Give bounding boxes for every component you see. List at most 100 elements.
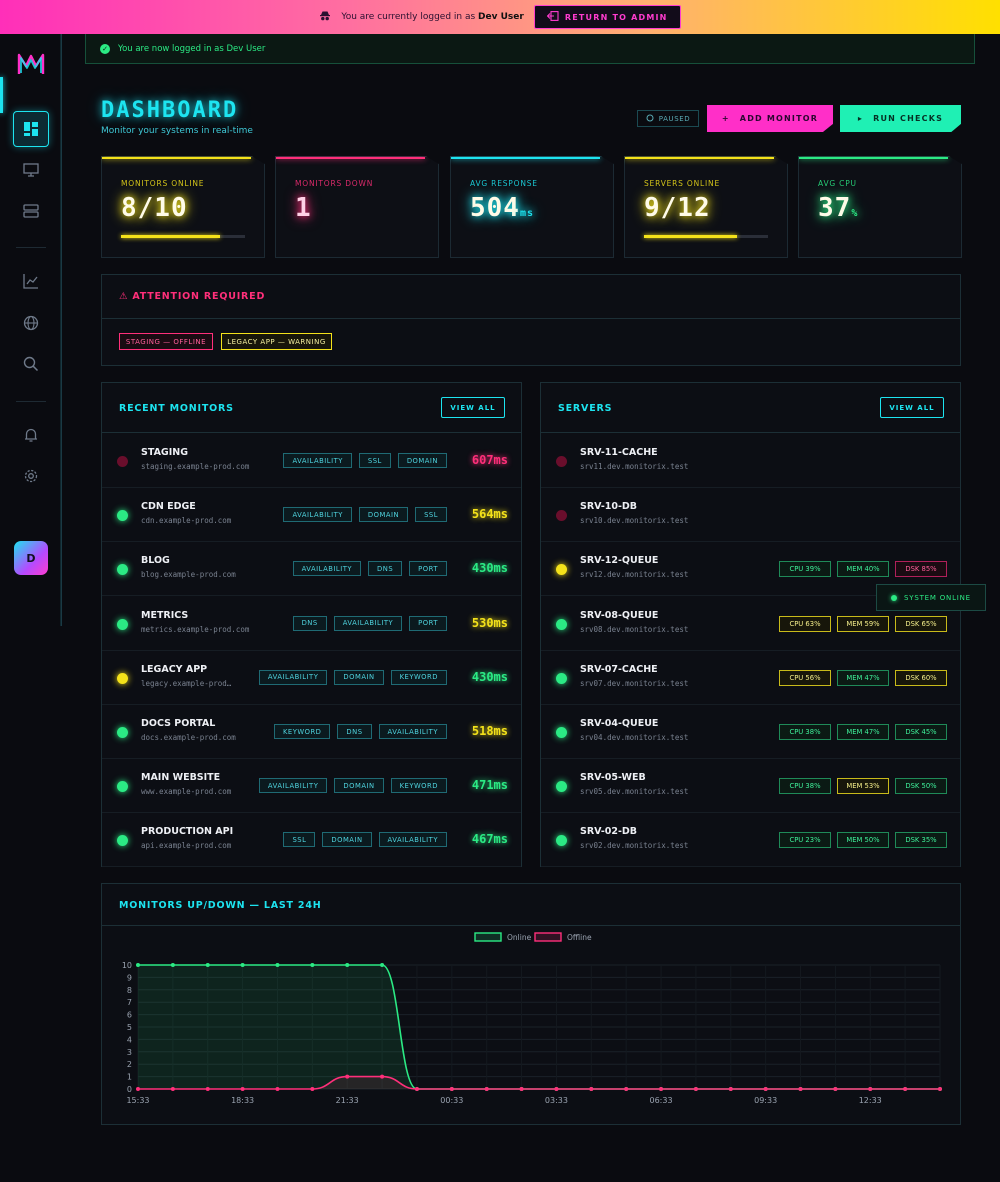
- view-all-monitors-button[interactable]: VIEW ALL: [441, 397, 505, 418]
- recent-monitors-panel: RECENT MONITORS VIEW ALL STAGING staging.…: [101, 382, 522, 868]
- check-type-tag: AVAILABILITY: [258, 778, 328, 794]
- paused-toggle[interactable]: PAUSED: [637, 110, 699, 127]
- check-type-tag: AVAILABILITY: [333, 615, 403, 631]
- metric-badge: DSK 60%: [895, 669, 947, 686]
- stat-label: AVG RESPONSE: [470, 179, 538, 188]
- data-point: [170, 963, 175, 967]
- monitor-row[interactable]: DOCS PORTAL docs.example-prod.com KEYWORD D…: [102, 705, 521, 759]
- monitor-row[interactable]: PRODUCTION API api.example-prod.com SSL DOM…: [102, 813, 521, 868]
- check-type-tag: DNS: [368, 561, 403, 577]
- incognito-icon: [319, 10, 331, 25]
- monitor-name: DOCS PORTAL: [141, 718, 216, 729]
- data-point: [763, 1087, 768, 1091]
- return-to-admin-button[interactable]: RETURN TO ADMIN: [533, 5, 681, 29]
- monitor-row[interactable]: MAIN WEBSITE www.example-prod.com AVAILABI…: [102, 759, 521, 814]
- monitor-row[interactable]: LEGACY APP legacy.example-prod… AVAILABILI…: [102, 651, 521, 705]
- check-type-tag: SSL: [358, 453, 391, 468]
- response-time: 430ms: [471, 669, 508, 684]
- stat-label: MONITORS ONLINE: [121, 179, 205, 188]
- data-point: [205, 1087, 210, 1091]
- metric-badge: MEM 59%: [837, 615, 889, 632]
- pause-icon: [646, 114, 654, 124]
- search-icon: [23, 356, 39, 372]
- attention-tag-warning[interactable]: LEGACY APP — WARNING: [221, 333, 332, 350]
- data-point: [310, 963, 315, 967]
- check-type-tag: KEYWORD: [390, 669, 447, 685]
- run-checks-button[interactable]: ▸ RUN CHECKS: [840, 105, 961, 132]
- data-point: [345, 1074, 350, 1079]
- monitor-url: api.example-prod.com: [141, 841, 232, 851]
- check-type-tag: AVAILABILITY: [378, 724, 447, 739]
- server-row[interactable]: SRV-05-WEB srv05.dev.monitorix.test CPU 38…: [541, 759, 960, 814]
- nav-settings[interactable]: [13, 458, 49, 494]
- nav-servers[interactable]: [13, 193, 49, 229]
- stat-unit: %: [851, 208, 859, 219]
- stat-progress-bar: [121, 235, 245, 238]
- server-metrics: CPU 38% MEM 47% DSK 45%: [779, 724, 947, 740]
- stat-label: MONITORS DOWN: [295, 179, 374, 188]
- server-name: SRV-05-WEB: [580, 772, 646, 784]
- legend-swatch: [534, 932, 562, 942]
- data-point: [136, 1087, 140, 1091]
- stat-accent-line: [625, 157, 775, 159]
- stat-value: 37%: [818, 193, 858, 223]
- x-tick-label: 21:33: [336, 1096, 359, 1105]
- nav-search[interactable]: [13, 346, 49, 382]
- legend-swatch: [474, 932, 502, 942]
- server-name: SRV-04-QUEUE: [580, 718, 659, 729]
- view-all-servers-button[interactable]: VIEW ALL: [880, 397, 944, 418]
- stat-accent-line: [276, 157, 426, 159]
- status-dot-icon: [117, 672, 128, 684]
- server-row[interactable]: SRV-02-DB srv02.dev.monitorix.test CPU 23%…: [541, 813, 960, 868]
- monitor-row[interactable]: STAGING staging.example-prod.com AVAILABIL…: [102, 434, 521, 488]
- stat-unit: ms: [519, 208, 535, 219]
- status-dot-icon: [556, 835, 567, 847]
- server-icon: [23, 204, 39, 218]
- metric-badge: CPU 63%: [779, 615, 831, 632]
- uptime-chart: 0 1 2 3 4 5 6 7 8 9 10 15:33 18:33 21:33 00:33 03:33 06:…: [122, 932, 942, 1105]
- response-time: 607ms: [471, 453, 508, 467]
- server-host: srv12.dev.monitorix.test: [580, 570, 689, 580]
- panel-header: RECENT MONITORS VIEW ALL: [102, 383, 521, 433]
- user-avatar[interactable]: D: [14, 541, 48, 575]
- monitor-name: METRICS: [141, 609, 189, 621]
- uptime-chart-panel: MONITORS UP/DOWN — LAST 24H 0 1 2 3 4 5 6 7 8 9 10…: [101, 883, 961, 1125]
- server-name: SRV-11-CACHE: [580, 447, 658, 458]
- stat-label: AVG CPU: [818, 179, 857, 188]
- data-point: [345, 963, 350, 967]
- metric-badge: MEM 50%: [837, 832, 889, 849]
- legend-label: Online: [507, 933, 532, 942]
- stat-card: AVG RESPONSE 504ms: [450, 156, 614, 258]
- monitor-tags: AVAILABILITY DOMAIN KEYWORD: [258, 669, 447, 685]
- monitor-row[interactable]: CDN EDGE cdn.example-prod.com AVAILABILITY…: [102, 488, 521, 543]
- stat-label: SERVERS ONLINE: [644, 179, 720, 188]
- data-point: [903, 1087, 908, 1091]
- nav-notifications[interactable]: [13, 417, 49, 453]
- data-point: [275, 1087, 280, 1091]
- monitor-row[interactable]: BLOG blog.example-prod.com AVAILABILITY DNS…: [102, 542, 521, 597]
- monitor-name: MAIN WEBSITE: [141, 772, 221, 784]
- status-dot-icon: [556, 672, 567, 684]
- add-monitor-button[interactable]: + ADD MONITOR: [707, 105, 833, 132]
- nav-analytics[interactable]: [13, 263, 49, 299]
- data-point: [554, 1087, 559, 1091]
- server-row[interactable]: SRV-04-QUEUE srv04.dev.monitorix.test CPU …: [541, 705, 960, 759]
- data-point: [414, 1087, 419, 1091]
- server-row[interactable]: SRV-10-DB srv10.dev.monitorix.test: [541, 488, 960, 543]
- status-dot-icon: [117, 510, 128, 522]
- x-tick-label: 09:33: [754, 1096, 777, 1105]
- metric-badge: DSK 45%: [895, 724, 947, 740]
- x-tick-label: 00:33: [440, 1096, 463, 1105]
- y-tick-label: 7: [127, 998, 132, 1007]
- metric-badge: CPU 38%: [779, 724, 831, 740]
- response-time: 530ms: [471, 615, 508, 630]
- nav-monitors[interactable]: [13, 152, 49, 188]
- nav-dashboard[interactable]: [13, 111, 49, 147]
- server-row[interactable]: SRV-11-CACHE srv11.dev.monitorix.test: [541, 434, 960, 488]
- monitor-row[interactable]: METRICS metrics.example-prod.com DNS AVAILA…: [102, 597, 521, 651]
- check-type-tag: KEYWORD: [390, 778, 447, 794]
- server-row[interactable]: SRV-07-CACHE srv07.dev.monitorix.test CPU …: [541, 651, 960, 705]
- nav-domains[interactable]: [13, 305, 49, 341]
- globe-icon: [23, 315, 39, 331]
- attention-tag-offline[interactable]: STAGING — OFFLINE: [119, 333, 213, 350]
